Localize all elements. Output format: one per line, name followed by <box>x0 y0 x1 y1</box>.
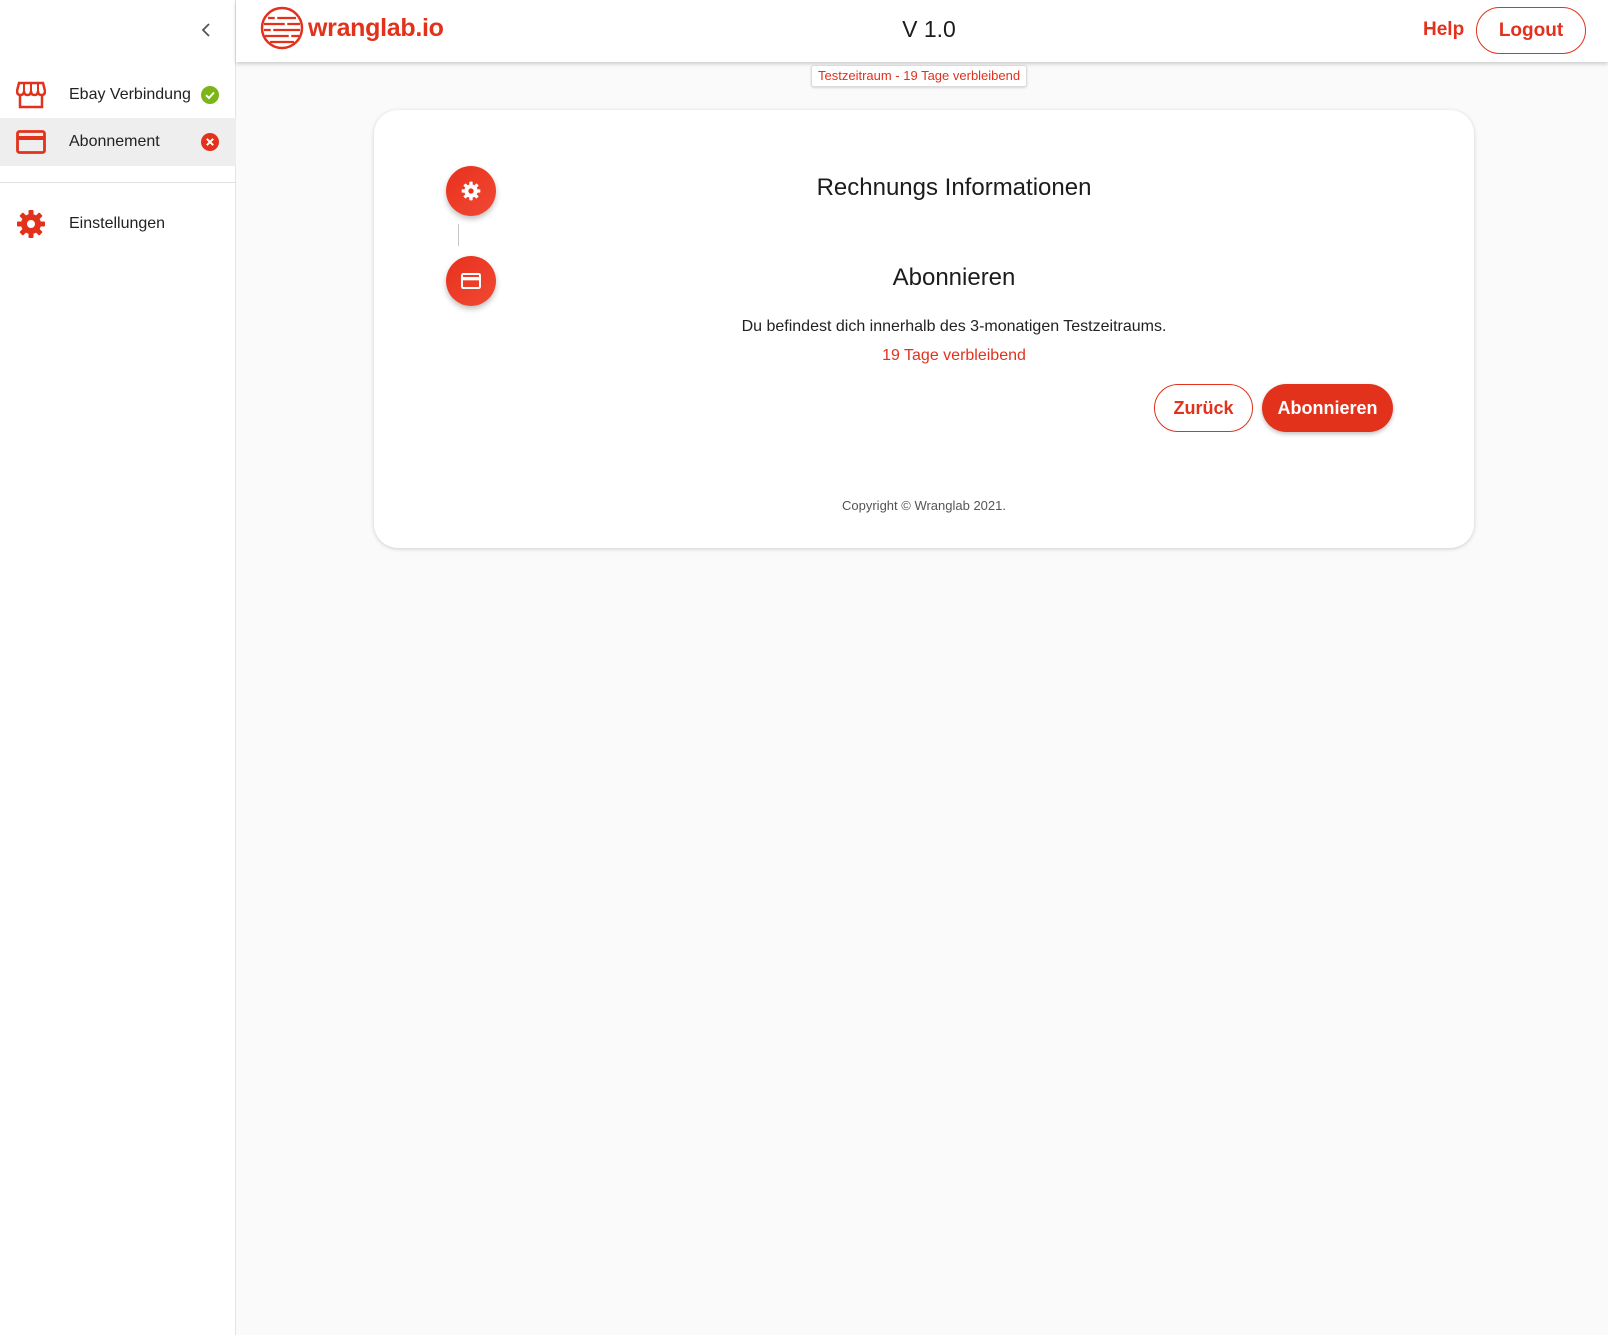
subscription-card: Rechnungs Informationen Abonnieren Du be… <box>374 110 1474 548</box>
chevron-left-icon <box>201 23 210 37</box>
back-button[interactable]: Zurück <box>1154 384 1253 432</box>
trial-description: Du befindest dich innerhalb des 3-monati… <box>741 318 1167 335</box>
step-title-billing: Rechnungs Informationen <box>816 174 1092 201</box>
help-link[interactable]: Help <box>1423 19 1464 41</box>
trial-badge: Testzeitraum - 19 Tage verbleibend <box>811 65 1028 87</box>
store-icon <box>16 80 46 110</box>
collapse-sidebar-button[interactable] <box>196 20 216 40</box>
subscribe-button[interactable]: Abonnieren <box>1262 384 1393 432</box>
sidebar-item-label: Einstellungen <box>69 215 166 232</box>
sidebar: Ebay Verbindung Abonnement Einstellungen <box>0 0 236 1335</box>
error-circle-icon <box>201 133 219 151</box>
sidebar-item-label: Abonnement <box>69 133 160 150</box>
app-version: V 1.0 <box>902 16 956 42</box>
gear-icon <box>16 209 46 239</box>
top-header: wranglab.io V 1.0 Help Logout <box>236 0 1608 62</box>
step-title-subscribe: Abonnieren <box>892 264 1016 291</box>
copyright: Copyright © Wranglab 2021. <box>842 498 1006 513</box>
sidebar-item-ebay-verbindung[interactable]: Ebay Verbindung <box>0 71 236 119</box>
sidebar-item-einstellungen[interactable]: Einstellungen <box>0 200 236 248</box>
sidebar-divider <box>0 182 236 183</box>
credit-card-icon <box>16 127 46 157</box>
remaining-days: 19 Tage verbleibend <box>882 347 1026 364</box>
sidebar-item-abonnement[interactable]: Abonnement <box>0 118 236 166</box>
logout-button[interactable]: Logout <box>1476 7 1586 54</box>
check-circle-icon <box>201 86 219 104</box>
step-connector <box>458 224 459 246</box>
sidebar-item-label: Ebay Verbindung <box>69 86 191 103</box>
